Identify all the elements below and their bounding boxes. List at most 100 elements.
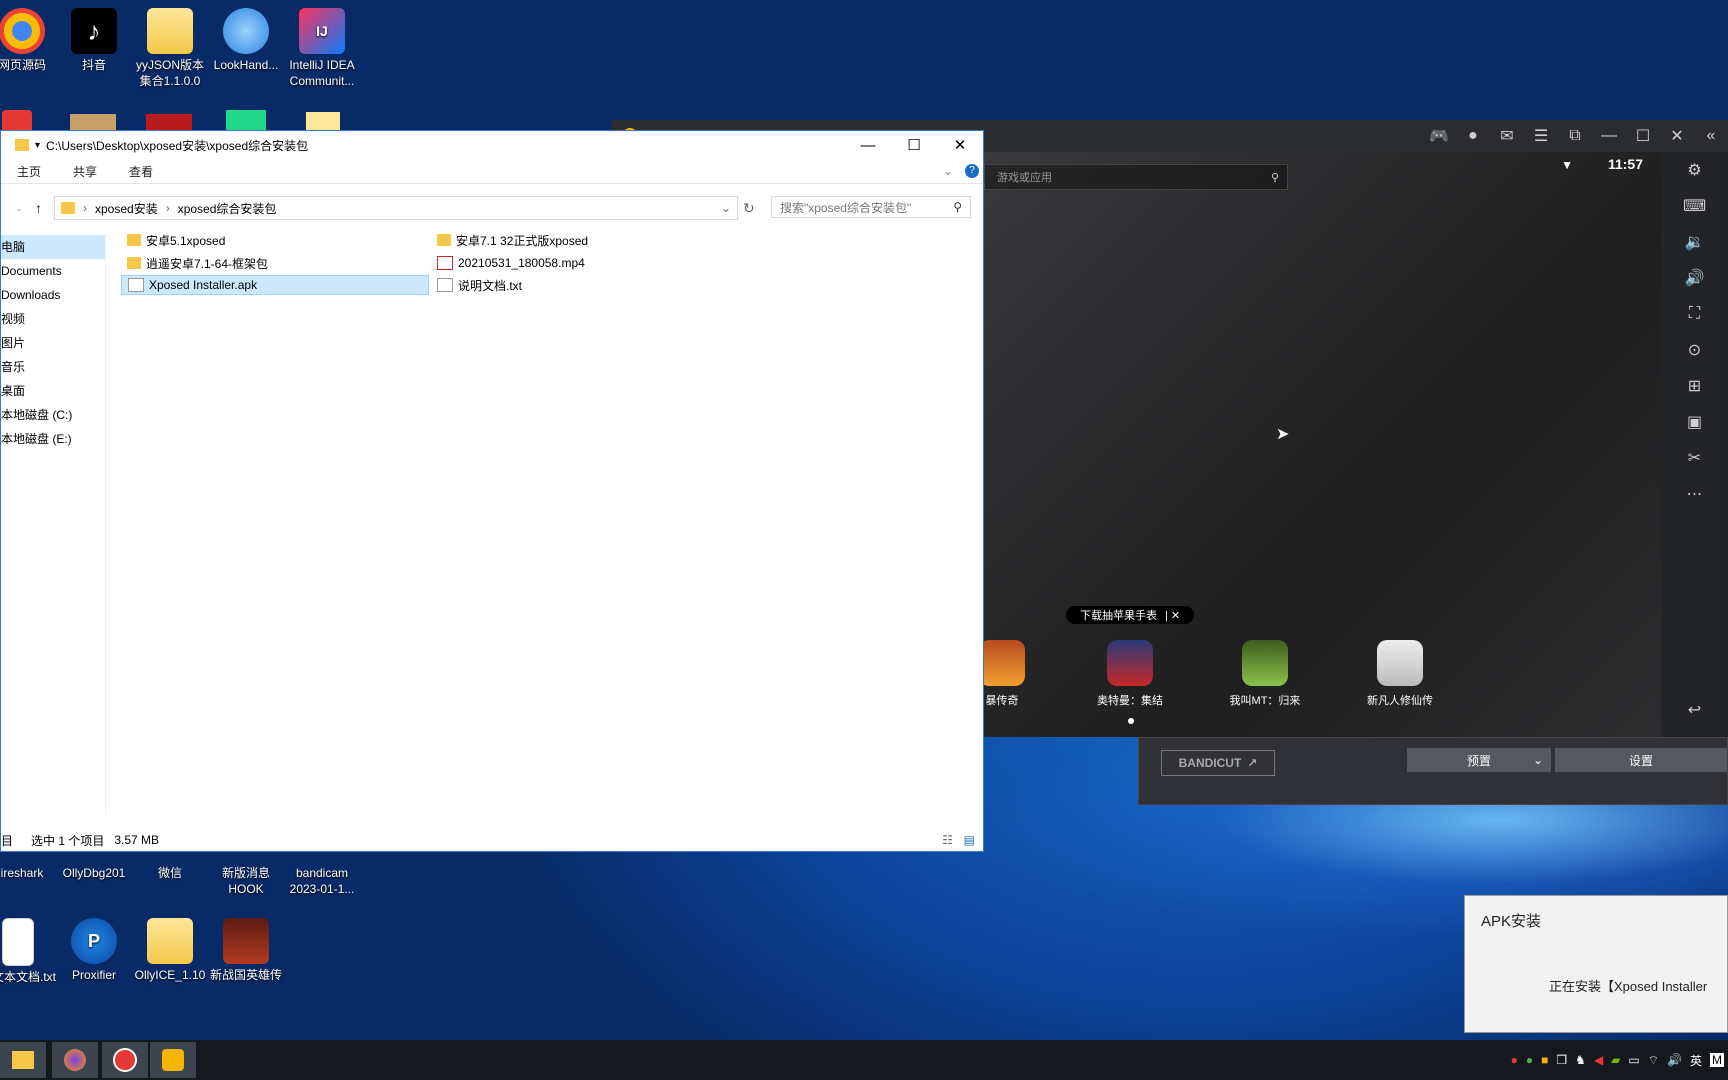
app-tray-icon[interactable]: ♞ bbox=[1575, 1053, 1586, 1067]
tab-share[interactable]: 共享 bbox=[57, 163, 113, 180]
settings-button[interactable]: 设置 bbox=[1555, 748, 1727, 772]
file-item[interactable]: 安卓7.1 32正式版xposed bbox=[437, 230, 588, 250]
gamepad-icon[interactable]: 🎮 bbox=[1422, 120, 1456, 152]
file-explorer-window[interactable]: ▾ C:\Users\Desktop\xposed安装\xposed综合安装包 … bbox=[0, 130, 984, 852]
hidden-icon[interactable] bbox=[306, 112, 340, 130]
breadcrumb-item[interactable]: xposed综合安装包 bbox=[178, 200, 277, 217]
nav-item-music[interactable]: 音乐 bbox=[1, 355, 105, 379]
large-icons-view-icon[interactable]: ▤ bbox=[964, 833, 975, 847]
desktop-icon[interactable]: ireshark bbox=[0, 852, 60, 881]
nav-item-this-pc[interactable]: 电脑 bbox=[1, 235, 105, 259]
desktop-icon[interactable]: IJ IntelliJ IDEA Communit... bbox=[284, 8, 360, 89]
nav-item-videos[interactable]: 视频 bbox=[1, 307, 105, 331]
volume-down-icon[interactable]: 🔉 bbox=[1661, 224, 1728, 260]
desktop-icon[interactable]: OllyDbg201 bbox=[56, 852, 132, 881]
collapse-icon[interactable]: « bbox=[1694, 120, 1728, 152]
nav-item-documents[interactable]: Documents bbox=[1, 259, 105, 283]
up-arrow-icon[interactable]: ↑ bbox=[35, 200, 42, 216]
explorer-titlebar[interactable]: ▾ C:\Users\Desktop\xposed安装\xposed综合安装包 … bbox=[1, 131, 983, 159]
search-icon[interactable]: ⚲ bbox=[953, 200, 962, 214]
hidden-icon[interactable] bbox=[70, 114, 116, 130]
record-indicator-icon[interactable]: ● bbox=[1511, 1053, 1518, 1067]
screenshot-icon[interactable]: ⛶ bbox=[1661, 296, 1728, 332]
wifi-tray-icon[interactable]: ⌔ bbox=[1648, 1053, 1659, 1068]
bandicam-panel[interactable]: BANDICUT ↗ 预置 ⌄ 设置 bbox=[1138, 737, 1728, 805]
desktop-icon[interactable]: yyJSON版本集合1.1.0.0 bbox=[132, 8, 208, 89]
desktop-icon[interactable]: 网页源码 bbox=[0, 8, 60, 73]
ime-language[interactable]: 英 bbox=[1690, 1052, 1702, 1069]
file-item[interactable]: Xposed Installer.apk bbox=[121, 275, 429, 295]
file-item[interactable]: 说明文档.txt bbox=[437, 275, 522, 295]
chevron-down-icon[interactable]: ⌄ bbox=[943, 164, 953, 178]
tab-view[interactable]: 查看 bbox=[113, 163, 169, 180]
desktop-icon[interactable]: ♪ 抖音 bbox=[56, 8, 132, 73]
file-item[interactable]: 逍遥安卓7.1-64-框架包 bbox=[127, 253, 268, 273]
desktop-icon[interactable]: 新战国英雄传 bbox=[208, 918, 284, 983]
desktop-icon[interactable]: 新版消息HOOK bbox=[208, 852, 284, 897]
close-icon[interactable]: ✕ bbox=[1660, 120, 1694, 152]
nav-item-pictures[interactable]: 图片 bbox=[1, 331, 105, 355]
desktop-icon[interactable]: OllyICE_1.10 bbox=[132, 918, 208, 983]
details-view-icon[interactable]: ☷ bbox=[942, 833, 953, 847]
settings-icon[interactable]: ⚙ bbox=[1661, 152, 1728, 188]
hidden-icon[interactable] bbox=[226, 110, 266, 130]
more-icon[interactable]: ⋯ bbox=[1661, 476, 1728, 512]
search-input[interactable]: 搜索"xposed综合安装包" ⚲ bbox=[771, 196, 971, 218]
minimize-icon[interactable]: — bbox=[1592, 120, 1626, 152]
emulator-taskbar-button[interactable] bbox=[150, 1042, 196, 1078]
nav-item-drive-e[interactable]: 本地磁盘 (E:) bbox=[1, 427, 105, 451]
emulator-search-input[interactable]: 游戏或应用 ⚲ bbox=[984, 164, 1288, 190]
bandicam-taskbar-button[interactable] bbox=[102, 1042, 148, 1078]
account-icon[interactable]: ● bbox=[1456, 120, 1490, 152]
hidden-icon[interactable] bbox=[2, 110, 32, 130]
promo-banner[interactable]: 下载抽苹果手表 | ✕ bbox=[1066, 606, 1195, 624]
record-icon[interactable]: ⊙ bbox=[1661, 332, 1728, 368]
mail-icon[interactable]: ✉ bbox=[1490, 120, 1524, 152]
help-icon[interactable]: ? bbox=[965, 164, 979, 178]
maximize-icon[interactable]: ☐ bbox=[891, 131, 937, 159]
tab-home[interactable]: 主页 bbox=[1, 163, 57, 180]
desktop-icon[interactable]: P Proxifier bbox=[56, 918, 132, 983]
app-icon[interactable]: 我叫MT：归来 bbox=[1215, 640, 1315, 708]
app-icon[interactable]: 新凡人修仙传 bbox=[1350, 640, 1450, 708]
volume-up-icon[interactable]: 🔊 bbox=[1661, 260, 1728, 296]
file-item[interactable]: 20210531_180058.mp4 bbox=[437, 253, 585, 273]
file-item[interactable]: 安卓5.1xposed bbox=[127, 230, 225, 250]
external-icon[interactable]: ⧉ bbox=[1558, 120, 1592, 152]
refresh-icon[interactable]: ↻ bbox=[743, 200, 755, 217]
address-bar[interactable]: › xposed安装 › xposed综合安装包 ⌄ bbox=[54, 196, 738, 220]
nvidia-tray-icon[interactable]: ▰ bbox=[1611, 1053, 1620, 1067]
desktop-icon[interactable]: 建文本文档.txt bbox=[0, 918, 56, 985]
back-icon[interactable]: ↩ bbox=[1661, 692, 1728, 728]
nav-item-drive-c[interactable]: 本地磁盘 (C:) bbox=[1, 403, 105, 427]
maximize-icon[interactable]: ☐ bbox=[1626, 120, 1660, 152]
chevron-down-icon[interactable]: ⌄ bbox=[721, 201, 731, 215]
network-tray-icon[interactable]: ▭ bbox=[1628, 1053, 1639, 1067]
close-icon[interactable]: | ✕ bbox=[1165, 609, 1180, 622]
file-explorer-taskbar-button[interactable] bbox=[0, 1042, 46, 1078]
scissors-icon[interactable]: ✂ bbox=[1661, 440, 1728, 476]
apk-icon[interactable]: ▣ bbox=[1661, 404, 1728, 440]
add-icon[interactable]: ⊞ bbox=[1661, 368, 1728, 404]
menu-icon[interactable]: ☰ bbox=[1524, 120, 1558, 152]
desktop-icon[interactable]: bandicam 2023-01-1... bbox=[284, 852, 360, 897]
copy-tray-icon[interactable]: ❐ bbox=[1556, 1053, 1567, 1067]
back-arrow-icon[interactable]: ⌄ bbox=[15, 203, 23, 214]
close-icon[interactable]: ✕ bbox=[937, 131, 983, 159]
search-icon[interactable]: ⚲ bbox=[1271, 171, 1279, 184]
emulator-tray-icon[interactable]: ■ bbox=[1541, 1053, 1548, 1067]
minimize-icon[interactable]: — bbox=[845, 131, 891, 159]
app-icon[interactable]: 奥特曼：集结 bbox=[1080, 640, 1180, 708]
volume-tray-icon[interactable]: 🔊 bbox=[1667, 1053, 1682, 1067]
keyboard-icon[interactable]: ⌨ bbox=[1661, 188, 1728, 224]
wechat-tray-icon[interactable]: ● bbox=[1526, 1053, 1533, 1067]
desktop-icon[interactable]: LookHand... bbox=[208, 8, 284, 73]
desktop-icon[interactable]: 微信 bbox=[132, 852, 208, 881]
speaker-tray-icon[interactable]: ◀ bbox=[1594, 1053, 1603, 1067]
firefox-taskbar-button[interactable] bbox=[52, 1042, 98, 1078]
bandicut-button[interactable]: BANDICUT ↗ bbox=[1161, 750, 1275, 776]
preset-dropdown[interactable]: 预置 ⌄ bbox=[1407, 748, 1551, 772]
nav-item-downloads[interactable]: Downloads bbox=[1, 283, 105, 307]
ime-mode[interactable]: M bbox=[1710, 1053, 1724, 1067]
dropdown-icon[interactable]: ▾ bbox=[35, 140, 40, 151]
